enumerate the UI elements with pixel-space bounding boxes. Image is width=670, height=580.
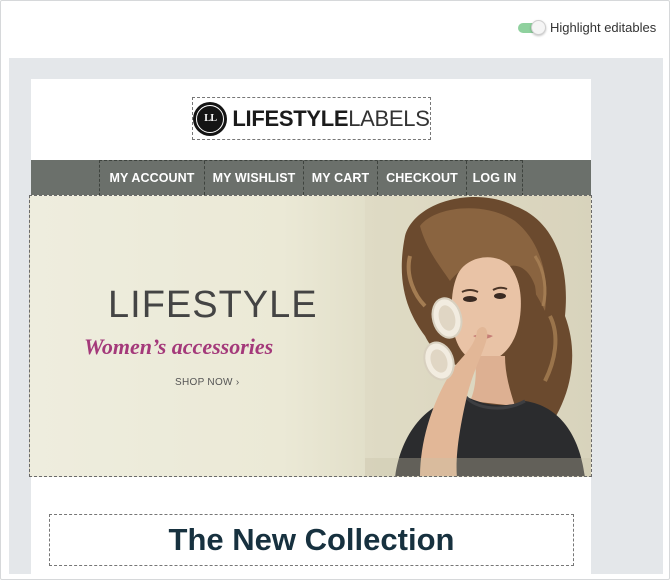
hero-subtitle: Women’s accessories xyxy=(84,334,274,359)
email-body: LL LIFESTYLELABELS MY ACCOUNT MY WISHLIS… xyxy=(29,79,592,574)
email-canvas: LL LIFESTYLELABELS MY ACCOUNT MY WISHLIS… xyxy=(9,58,663,574)
editor-frame: Highlight editables LL LIFESTYLELABELS M… xyxy=(0,0,670,580)
nav-bar: MY ACCOUNT MY WISHLIST MY CART CHECKOUT … xyxy=(31,160,591,196)
nav-item-my-wishlist[interactable]: MY WISHLIST xyxy=(205,161,304,195)
logo-editable-region[interactable]: LL LIFESTYLELABELS xyxy=(192,97,431,140)
nav-item-checkout[interactable]: CHECKOUT xyxy=(378,161,467,195)
logo-badge-text: LL xyxy=(196,104,225,133)
brand-name-bold: LIFESTYLE xyxy=(232,105,349,131)
highlight-editables-toggle[interactable] xyxy=(518,20,546,36)
hero-model-image xyxy=(365,196,591,476)
brand-name: LIFESTYLELABELS xyxy=(232,105,430,132)
highlight-editables-label[interactable]: Highlight editables xyxy=(550,20,656,36)
hero-title: LIFESTYLE xyxy=(108,284,318,326)
logo-badge-icon: LL xyxy=(193,101,228,136)
nav-item-my-account[interactable]: MY ACCOUNT xyxy=(100,161,205,195)
hero-banner-editable-region[interactable]: LIFESTYLE Women’s accessories SHOP NOW › xyxy=(29,195,592,477)
shop-now-link[interactable]: SHOP NOW › xyxy=(175,377,239,388)
heading-editable-region[interactable]: The New Collection xyxy=(49,514,574,566)
toggle-knob[interactable] xyxy=(531,20,546,35)
brand-name-light: LABELS xyxy=(348,105,430,131)
nav-item-my-cart[interactable]: MY CART xyxy=(304,161,378,195)
editor-toolbar: Highlight editables xyxy=(1,1,669,57)
nav-item-log-in[interactable]: LOG IN xyxy=(467,161,522,195)
nav-editable-region[interactable]: MY ACCOUNT MY WISHLIST MY CART CHECKOUT … xyxy=(99,160,523,196)
section-heading: The New Collection xyxy=(168,522,455,557)
